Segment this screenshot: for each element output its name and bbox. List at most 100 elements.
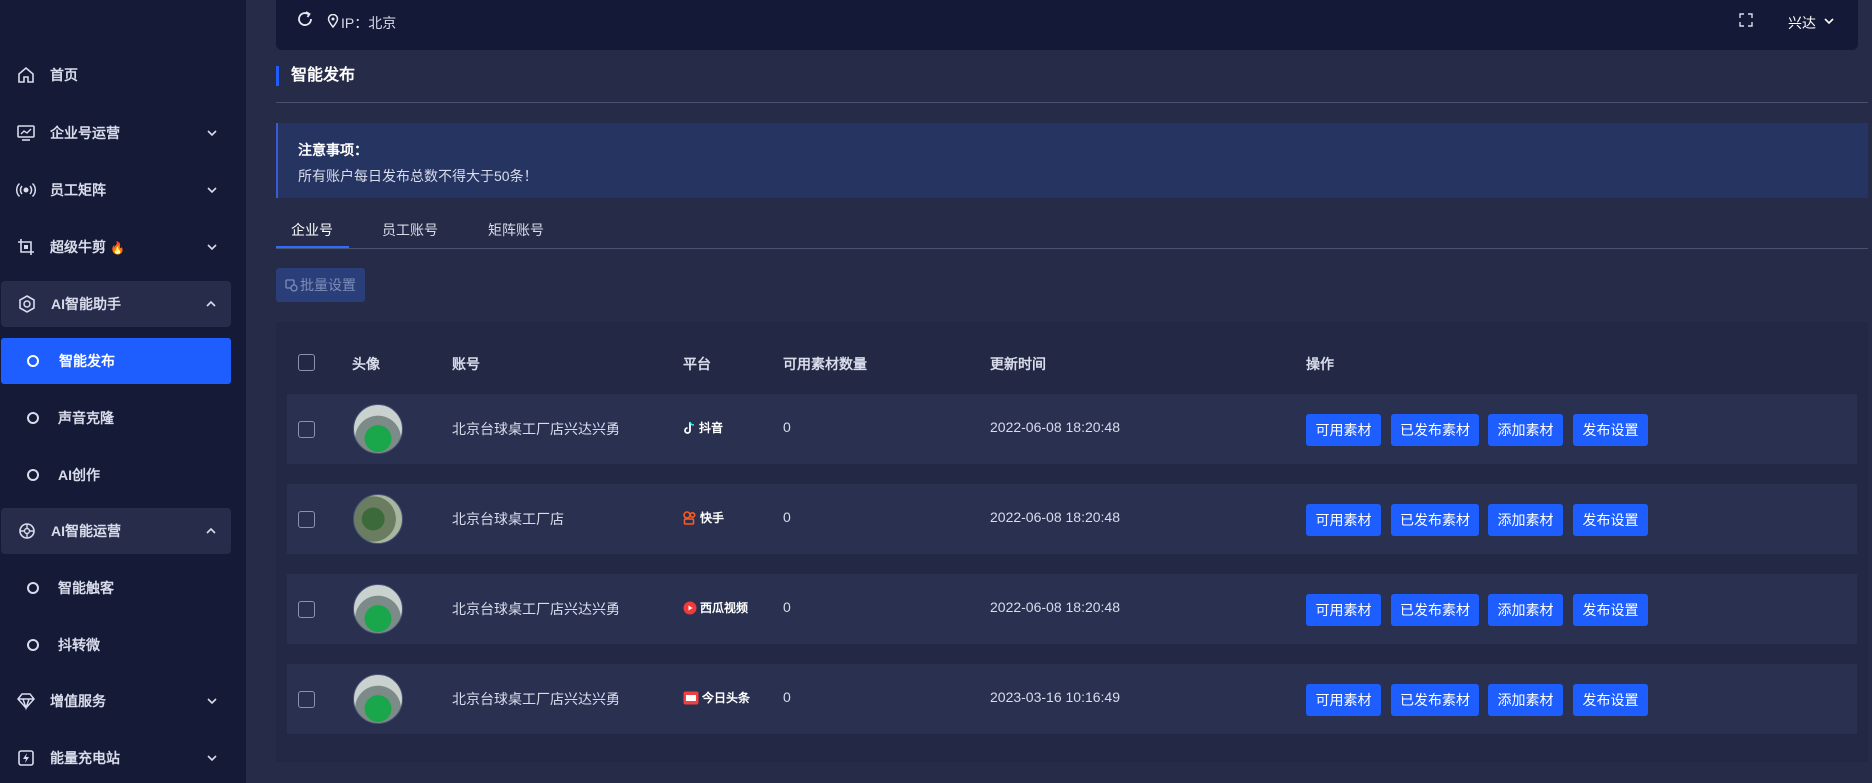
add-material-button[interactable]: 添加素材 bbox=[1488, 594, 1563, 626]
sidebar-item-energy-station[interactable]: 能量充电站 bbox=[0, 735, 232, 781]
header-avatar: 头像 bbox=[352, 356, 380, 372]
row-checkbox[interactable] bbox=[298, 601, 315, 618]
tab-enterprise[interactable]: 企业号 bbox=[291, 220, 333, 240]
table-row: 北京台球桌工厂店兴达兴勇 西瓜视频 0 2022-06-08 18:20:48 … bbox=[287, 574, 1857, 644]
sidebar-item-ai-create[interactable]: AI创作 bbox=[0, 452, 232, 498]
available-material-button[interactable]: 可用素材 bbox=[1306, 684, 1381, 716]
settings-copy-icon bbox=[285, 278, 298, 292]
select-all-checkbox[interactable] bbox=[298, 354, 315, 371]
sidebar-item-home[interactable]: 首页 bbox=[0, 52, 232, 98]
sidebar-item-label: AI智能助手 bbox=[51, 296, 121, 312]
broadcast-icon bbox=[16, 182, 36, 198]
chevron-up-icon bbox=[206, 300, 216, 307]
publish-settings-button[interactable]: 发布设置 bbox=[1573, 414, 1648, 446]
sidebar: 首页 企业号运营 员工矩阵 超级牛剪 🔥 AI智能助手 智能发布 声音克隆 AI创… bbox=[0, 0, 246, 783]
page-title: 智能发布 bbox=[276, 66, 355, 86]
circle-icon bbox=[27, 355, 39, 367]
sidebar-item-label: 智能触客 bbox=[58, 580, 114, 596]
add-material-button[interactable]: 添加素材 bbox=[1488, 504, 1563, 536]
circle-icon bbox=[27, 582, 39, 594]
chevron-down-icon bbox=[207, 187, 217, 194]
table-row: 北京台球桌工厂店 快手 0 2022-06-08 18:20:48 可用素材 已… bbox=[287, 484, 1857, 554]
published-material-button[interactable]: 已发布素材 bbox=[1391, 504, 1479, 536]
material-count: 0 bbox=[783, 689, 791, 705]
fire-icon: 🔥 bbox=[110, 241, 125, 255]
sidebar-item-smart-reach[interactable]: 智能触客 bbox=[0, 565, 232, 611]
sidebar-item-super-cut[interactable]: 超级牛剪 🔥 bbox=[0, 224, 232, 270]
platform-name: 今日头条 bbox=[702, 691, 751, 705]
account-name: 北京台球桌工厂店兴达兴勇 bbox=[452, 691, 620, 707]
material-count: 0 bbox=[783, 509, 791, 525]
chevron-down-icon bbox=[207, 755, 217, 762]
top-bar: IP：北京 兴达 bbox=[276, 0, 1858, 50]
fullscreen-icon[interactable] bbox=[1739, 13, 1753, 27]
available-material-button[interactable]: 可用素材 bbox=[1306, 594, 1381, 626]
sidebar-item-ai-assistant[interactable]: AI智能助手 bbox=[1, 281, 231, 327]
platform-douyin: 抖音 bbox=[683, 419, 723, 436]
row-checkbox[interactable] bbox=[298, 511, 315, 528]
location-pin-icon bbox=[327, 14, 339, 28]
circle-icon bbox=[27, 469, 39, 481]
batch-settings-button[interactable]: 批量设置 bbox=[276, 268, 365, 302]
home-icon bbox=[18, 66, 34, 83]
sidebar-item-label: 员工矩阵 bbox=[50, 182, 106, 198]
sidebar-item-staff-matrix[interactable]: 员工矩阵 bbox=[0, 167, 232, 213]
diamond-icon bbox=[17, 693, 35, 711]
publish-settings-button[interactable]: 发布设置 bbox=[1573, 594, 1648, 626]
row-checkbox[interactable] bbox=[298, 691, 315, 708]
tab-matrix[interactable]: 矩阵账号 bbox=[488, 220, 544, 240]
sidebar-item-label: 抖转微 bbox=[58, 637, 100, 653]
sidebar-item-douyin-to-wechat[interactable]: 抖转微 bbox=[0, 622, 232, 668]
divider bbox=[276, 102, 1868, 103]
sidebar-item-value-added[interactable]: 增值服务 bbox=[0, 678, 232, 724]
available-material-button[interactable]: 可用素材 bbox=[1306, 504, 1381, 536]
update-time: 2023-03-16 10:16:49 bbox=[990, 689, 1120, 705]
row-checkbox[interactable] bbox=[298, 421, 315, 438]
platform-xigua: 西瓜视频 bbox=[683, 599, 748, 616]
crop-icon bbox=[18, 239, 34, 255]
circle-icon bbox=[27, 412, 39, 424]
chevron-down-icon[interactable] bbox=[1823, 15, 1835, 27]
platform-name: 快手 bbox=[700, 511, 725, 525]
tab-active-indicator bbox=[276, 246, 349, 248]
chevron-up-icon bbox=[206, 527, 216, 534]
add-material-button[interactable]: 添加素材 bbox=[1488, 414, 1563, 446]
table-row: 北京台球桌工厂店兴达兴勇 抖音 0 2022-06-08 18:20:48 可用… bbox=[287, 394, 1857, 464]
account-name: 北京台球桌工厂店 bbox=[452, 511, 564, 527]
published-material-button[interactable]: 已发布素材 bbox=[1391, 414, 1479, 446]
header-platform: 平台 bbox=[683, 356, 711, 372]
add-material-button[interactable]: 添加素材 bbox=[1488, 684, 1563, 716]
sidebar-item-label: 声音克隆 bbox=[58, 410, 114, 426]
sidebar-item-voice-clone[interactable]: 声音克隆 bbox=[0, 395, 232, 441]
batch-settings-label: 批量设置 bbox=[300, 277, 356, 293]
platform-name: 西瓜视频 bbox=[700, 601, 749, 615]
platform-toutiao: 今日头条 bbox=[683, 689, 750, 706]
material-count: 0 bbox=[783, 419, 791, 435]
sidebar-item-ai-ops[interactable]: AI智能运营 bbox=[1, 508, 231, 554]
sidebar-item-label: AI智能运营 bbox=[51, 523, 121, 539]
user-menu[interactable]: 兴达 bbox=[1788, 13, 1816, 33]
publish-settings-button[interactable]: 发布设置 bbox=[1573, 504, 1648, 536]
ip-location-text: IP：北京 bbox=[341, 15, 397, 31]
platform-name: 抖音 bbox=[699, 421, 724, 435]
chevron-down-icon bbox=[207, 698, 217, 705]
update-time: 2022-06-08 18:20:48 bbox=[990, 419, 1120, 435]
header-actions: 操作 bbox=[1306, 356, 1334, 372]
account-name: 北京台球桌工厂店兴达兴勇 bbox=[452, 421, 620, 437]
sidebar-item-smart-publish[interactable]: 智能发布 bbox=[1, 338, 231, 384]
table-header: 头像 账号 平台 可用素材数量 更新时间 操作 bbox=[276, 322, 1868, 384]
published-material-button[interactable]: 已发布素材 bbox=[1391, 594, 1479, 626]
publish-settings-button[interactable]: 发布设置 bbox=[1573, 684, 1648, 716]
update-time: 2022-06-08 18:20:48 bbox=[990, 509, 1120, 525]
available-material-button[interactable]: 可用素材 bbox=[1306, 414, 1381, 446]
tab-staff[interactable]: 员工账号 bbox=[382, 220, 438, 240]
account-table: 头像 账号 平台 可用素材数量 更新时间 操作 北京台球桌工厂店兴达兴勇 抖音 … bbox=[276, 322, 1868, 762]
sidebar-item-enterprise-ops[interactable]: 企业号运营 bbox=[0, 110, 232, 156]
account-tabs: 企业号 员工账号 矩阵账号 bbox=[276, 214, 1868, 249]
avatar bbox=[353, 584, 403, 634]
published-material-button[interactable]: 已发布素材 bbox=[1391, 684, 1479, 716]
monitor-chart-icon bbox=[17, 125, 35, 141]
refresh-icon[interactable] bbox=[296, 10, 314, 28]
sidebar-item-label: 智能发布 bbox=[59, 353, 115, 369]
douyin-icon bbox=[684, 421, 695, 434]
